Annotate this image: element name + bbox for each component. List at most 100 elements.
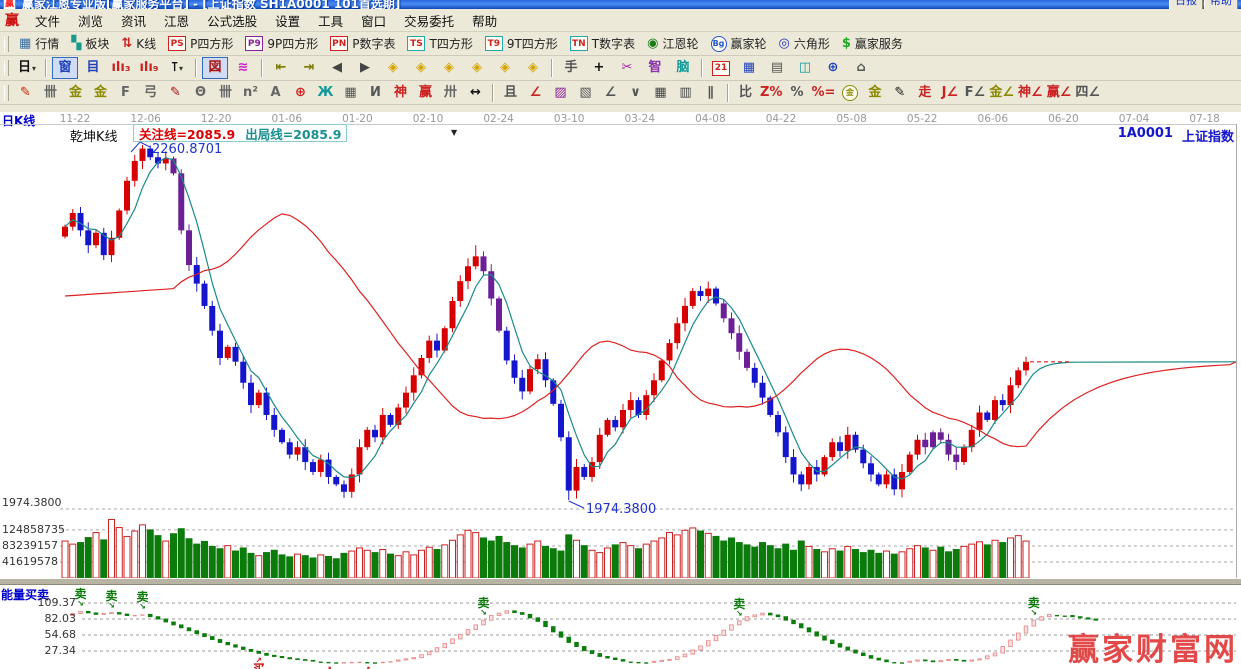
win-grid-button[interactable]: 赢 [414, 82, 437, 103]
spiral-tool-button[interactable]: 弓 [139, 82, 162, 103]
smart-analysis-button[interactable]: 智 [642, 57, 668, 79]
ai-analysis-button[interactable]: 脑 [670, 57, 696, 79]
parallel-lines-button[interactable]: ∥ [699, 82, 722, 103]
last-page-button[interactable]: ⇥ [296, 57, 322, 79]
hexagon-button[interactable]: ◎六角形 [773, 33, 836, 54]
market-quotes-button[interactable]: ▦行情 [13, 33, 65, 54]
help-top-button[interactable]: 帮助 [1204, 0, 1238, 9]
gold-level-button[interactable]: 金 [863, 82, 886, 103]
zigzag-button[interactable]: ∨ [624, 82, 647, 103]
n-square-button[interactable]: n² [239, 82, 262, 103]
t-square-button[interactable]: TST四方形 [401, 33, 478, 54]
zoom-out-h-button[interactable]: ◈ [436, 57, 462, 79]
save-button[interactable]: ◫ [792, 57, 818, 79]
calendar-button[interactable]: 21 [708, 57, 734, 79]
gann-fan-star-button[interactable]: Ж [314, 82, 337, 103]
pan-left-button[interactable]: ◈ [380, 57, 406, 79]
width-measure-button[interactable]: ↔ [464, 82, 487, 103]
gold-circle-button[interactable]: 金 [838, 82, 861, 103]
menu-news[interactable]: 资讯 [112, 12, 155, 31]
time-cycle-button[interactable]: Θ [189, 82, 212, 103]
red-pen-tool-button[interactable]: ✎ [164, 82, 187, 103]
percent-button[interactable]: % [785, 82, 808, 103]
sector-blocks-button[interactable]: ▚板块 [65, 33, 115, 54]
cycle-3-button[interactable]: ılı₃ [108, 57, 134, 79]
calculator-button[interactable]: ▦ [736, 57, 762, 79]
info-list-button[interactable]: 目 [80, 57, 106, 79]
scroll-right-button[interactable]: ▶ [352, 57, 378, 79]
menu-help[interactable]: 帮助 [463, 12, 506, 31]
dark-grid-button[interactable]: ▦ [649, 82, 672, 103]
expand-all-button[interactable]: ◈ [520, 57, 546, 79]
first-page-button[interactable]: ⇤ [268, 57, 294, 79]
panel-splitter[interactable] [0, 578, 1241, 585]
compress-all-button[interactable]: ◈ [492, 57, 518, 79]
color-chart-button[interactable]: ≋ [230, 57, 256, 79]
compare-bars-button[interactable]: 比 [734, 82, 757, 103]
f-angle-button[interactable]: F∠ [963, 82, 986, 103]
shen-grid-button[interactable]: 神 [389, 82, 412, 103]
wave-tool-button[interactable]: И [364, 82, 387, 103]
daily-report-button[interactable]: 日报 [1169, 0, 1203, 9]
menu-tools[interactable]: 工具 [309, 12, 352, 31]
candle-style-dropdown[interactable]: ⊺▾ [164, 57, 190, 79]
menu-file[interactable]: 文件 [26, 12, 69, 31]
brush-tool-button[interactable]: ✎ [14, 82, 37, 103]
toolbar-grip[interactable] [4, 85, 9, 101]
web-data-button[interactable]: ⊕ [820, 57, 846, 79]
measure-button[interactable]: ✂ [614, 57, 640, 79]
winner-service-button[interactable]: $赢家服务 [836, 33, 909, 54]
ink-pen-button[interactable]: ✎ [888, 82, 911, 103]
gann-circle-button[interactable]: ⊕ [289, 82, 312, 103]
grid-ruler-button[interactable]: 卌 [39, 82, 62, 103]
hand-drag-button[interactable]: 手 [558, 57, 584, 79]
toolbar-grip[interactable] [4, 60, 9, 76]
p-square-button[interactable]: PSP四方形 [162, 33, 239, 54]
indicator-name-label[interactable]: 乾坤K线 [70, 126, 118, 145]
window-layout-button[interactable]: 窗 [52, 57, 78, 79]
period-day-dropdown[interactable]: 日▾ [14, 57, 40, 79]
shaded-box2-button[interactable]: ▧ [574, 82, 597, 103]
menu-window[interactable]: 窗口 [352, 12, 395, 31]
gann-box-button[interactable]: ▦ [339, 82, 362, 103]
pan-right-button[interactable]: ◈ [408, 57, 434, 79]
zoom-in-h-button[interactable]: ◈ [464, 57, 490, 79]
angle-a-button[interactable]: A [264, 82, 287, 103]
p9-square-button[interactable]: P99P四方形 [239, 33, 324, 54]
gold-angle-button[interactable]: 金∠ [988, 82, 1015, 103]
number-ruler-button[interactable]: 卅 [439, 82, 462, 103]
toolbar-grip[interactable] [4, 36, 9, 52]
grid-ruler2-button[interactable]: 卌 [214, 82, 237, 103]
menu-formula-stock-pick[interactable]: 公式选股 [198, 12, 266, 31]
win-angle-button[interactable]: 赢∠ [1046, 82, 1073, 103]
four-angle-button[interactable]: 四∠ [1074, 82, 1101, 103]
menu-browse[interactable]: 浏览 [69, 12, 112, 31]
kline-chart-button[interactable]: ⇅K线 [115, 33, 162, 54]
gann-wheel-button[interactable]: ◉江恩轮 [641, 33, 704, 54]
t9-square-button[interactable]: T99T四方形 [479, 33, 564, 54]
trend-walk-button[interactable]: 走 [913, 82, 936, 103]
red-fan-button[interactable]: ∠ [524, 82, 547, 103]
menu-gann[interactable]: 江恩 [155, 12, 198, 31]
p-number-table-button[interactable]: PNP数字表 [324, 33, 401, 54]
gold-grid-b-button[interactable]: 金 [89, 82, 112, 103]
crosshair-button[interactable]: + [586, 57, 612, 79]
percent-z-button[interactable]: Z% [759, 82, 783, 103]
fibonacci-grid-button[interactable]: F [114, 82, 137, 103]
cycle-9-button[interactable]: ılı₉ [136, 57, 162, 79]
winner-wheel-button[interactable]: Bg赢家轮 [705, 33, 773, 54]
gold-grid-a-button[interactable]: 金 [64, 82, 87, 103]
scroll-left-button[interactable]: ◀ [324, 57, 350, 79]
percent-line-button[interactable]: %= [810, 82, 836, 103]
remote-service-button[interactable]: ⌂ [848, 57, 874, 79]
shen-angle-button[interactable]: 神∠ [1017, 82, 1044, 103]
gann-kline-button[interactable]: 図 [202, 57, 228, 79]
notes-button[interactable]: ▤ [764, 57, 790, 79]
menu-trade-order[interactable]: 交易委托 [395, 12, 463, 31]
period-type-label[interactable]: 日K线 [2, 112, 35, 129]
dark-grid2-button[interactable]: ▥ [674, 82, 697, 103]
pencil-angle-button[interactable]: ∠ [599, 82, 622, 103]
j-angle-button[interactable]: J∠ [938, 82, 961, 103]
t-number-table-button[interactable]: TNT数字表 [564, 33, 641, 54]
menu-settings[interactable]: 设置 [266, 12, 309, 31]
